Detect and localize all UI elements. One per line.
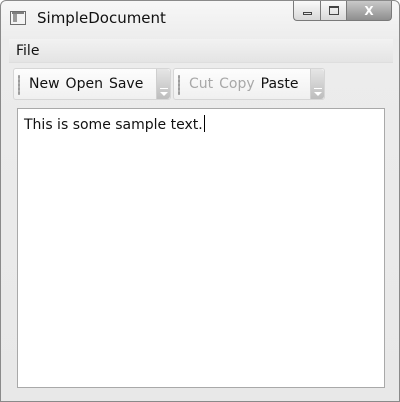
main-window: SimpleDocument X File New Open Save Cut … [0,0,400,402]
editor-text: This is some sample text. [24,117,203,133]
toolbar-grip-icon[interactable] [18,75,20,95]
toolbar-grip-icon[interactable] [178,75,180,95]
caption-buttons: X [293,1,392,21]
minimize-button[interactable] [293,1,320,21]
minimize-icon [302,12,312,15]
document-editor[interactable]: This is some sample text. [17,108,385,388]
toolbar-overflow-button[interactable] [156,69,170,99]
cut-button[interactable]: Cut [186,76,216,92]
text-caret [203,115,205,132]
maximize-button[interactable] [320,1,346,21]
toolbar-tray: New Open Save Cut Copy Paste [9,65,393,103]
copy-button[interactable]: Copy [216,76,258,92]
maximize-icon [328,6,339,15]
window-title: SimpleDocument [37,9,166,27]
new-button[interactable]: New [26,76,63,92]
open-button[interactable]: Open [63,76,106,92]
editor-content[interactable]: This is some sample text. [24,115,205,133]
save-button[interactable]: Save [106,76,146,92]
close-icon: X [364,3,374,18]
menu-file[interactable]: File [16,43,39,59]
edit-toolbar: Cut Copy Paste [173,68,325,100]
app-icon [10,11,26,25]
toolbar-overflow-button[interactable] [310,69,324,99]
overflow-arrow-icon [160,88,168,96]
paste-button[interactable]: Paste [258,76,302,92]
file-toolbar: New Open Save [13,68,171,100]
overflow-arrow-icon [314,88,322,96]
title-bar[interactable]: SimpleDocument X [1,1,399,35]
close-button[interactable]: X [346,1,392,21]
menu-bar: File [9,39,393,63]
